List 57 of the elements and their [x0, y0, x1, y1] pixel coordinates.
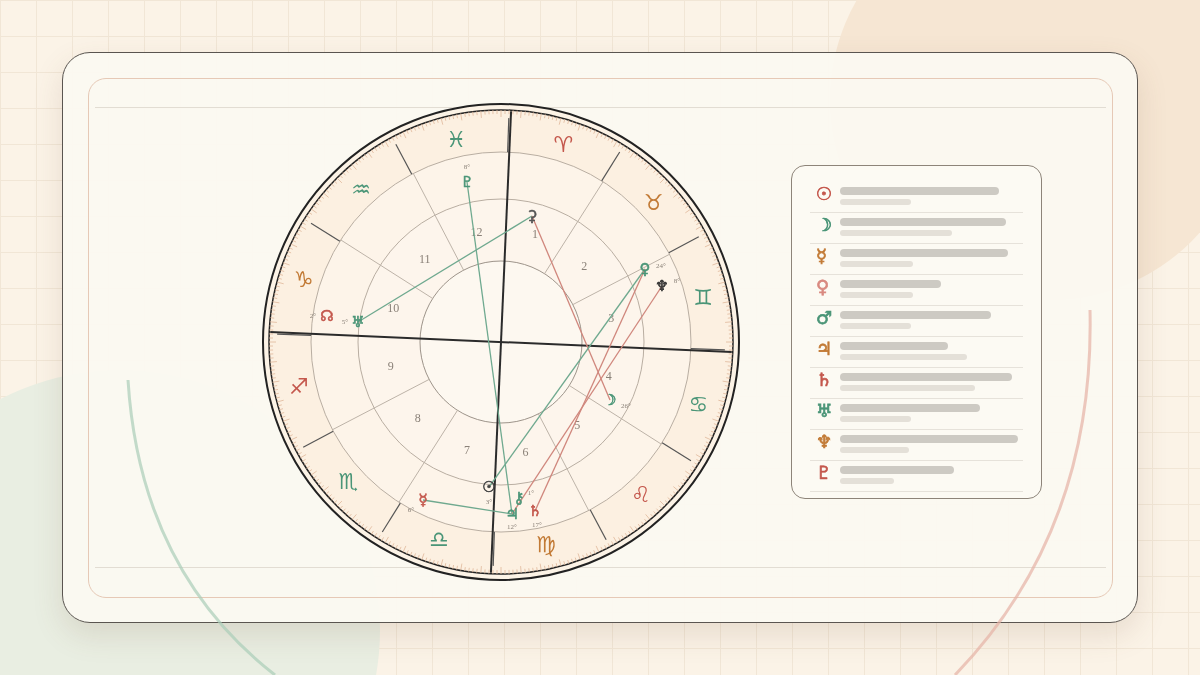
- placeholder-bar: [840, 416, 911, 422]
- house-number: 11: [418, 251, 431, 266]
- planet-glyph: ☽: [815, 213, 834, 237]
- house-number: 2: [581, 258, 588, 273]
- planet-glyph: ♇: [815, 461, 834, 485]
- house-number: 9: [387, 359, 394, 374]
- placeholder-bar: [840, 447, 909, 453]
- sign-divider-line: [381, 502, 401, 533]
- zodiac-sign: ♓: [446, 127, 467, 153]
- zodiac-sign: ♎: [428, 526, 449, 552]
- sign-divider-line: [668, 236, 700, 254]
- sign-divider-line: [310, 222, 341, 242]
- planet-glyph: ☽: [603, 391, 617, 409]
- zodiac-sign: ♍: [535, 531, 556, 557]
- house-number: 8: [414, 411, 421, 426]
- planet-glyph: ♆: [815, 430, 834, 454]
- sign-divider-line: [690, 348, 726, 351]
- planet-glyph: ☉: [815, 182, 834, 206]
- planet-glyph: ♄: [815, 368, 834, 392]
- planet-glyph: ♄: [528, 502, 542, 520]
- sign-divider-line: [276, 333, 312, 336]
- placeholder-bar: [840, 199, 911, 205]
- house-number: 10: [387, 301, 400, 315]
- sign-divider-line: [395, 143, 413, 175]
- sign-divider-line: [492, 531, 495, 567]
- planet-glyph: ☿: [418, 491, 428, 509]
- sign-divider-line: [661, 442, 692, 462]
- zodiac-sign: ♌: [631, 482, 651, 508]
- zodiac-sign: ♑: [293, 267, 314, 293]
- planet-glyph: ♂: [815, 306, 834, 330]
- zodiac-sign: ♊: [693, 284, 713, 310]
- house-number: 6: [522, 445, 529, 460]
- sign-divider-line: [601, 151, 621, 182]
- planet-glyph: ♅: [815, 399, 834, 423]
- planet-glyph: ♀: [815, 275, 831, 299]
- sign-divider-line: [589, 509, 607, 541]
- planet-glyph: ♃: [815, 337, 834, 361]
- planet-glyph: ☊: [320, 307, 334, 325]
- zodiac-sign: ♉: [643, 189, 664, 215]
- house-number: 4: [605, 369, 612, 383]
- zodiac-sign: ♒: [351, 176, 371, 202]
- zodiac-sign: ♈: [553, 132, 574, 158]
- zodiac-sign: ♋: [688, 391, 709, 417]
- planet-glyph: ♅: [351, 313, 365, 331]
- planet-glyph: ☿: [815, 244, 829, 268]
- sign-divider-line: [302, 430, 334, 448]
- sign-divider-line: [507, 117, 510, 153]
- house-number: 7: [464, 442, 470, 457]
- placeholder-bar: [840, 478, 894, 484]
- placeholder-bar: [840, 323, 911, 329]
- zodiac-sign: ♏: [338, 469, 359, 495]
- planet-glyph: ♆: [655, 277, 669, 295]
- planet-glyph: ⚷: [513, 489, 525, 507]
- planet-glyph: ♀: [639, 260, 651, 278]
- planet-glyph: ♇: [460, 173, 474, 191]
- zodiac-sign: ♐: [289, 374, 309, 400]
- house-number: 1: [532, 227, 538, 242]
